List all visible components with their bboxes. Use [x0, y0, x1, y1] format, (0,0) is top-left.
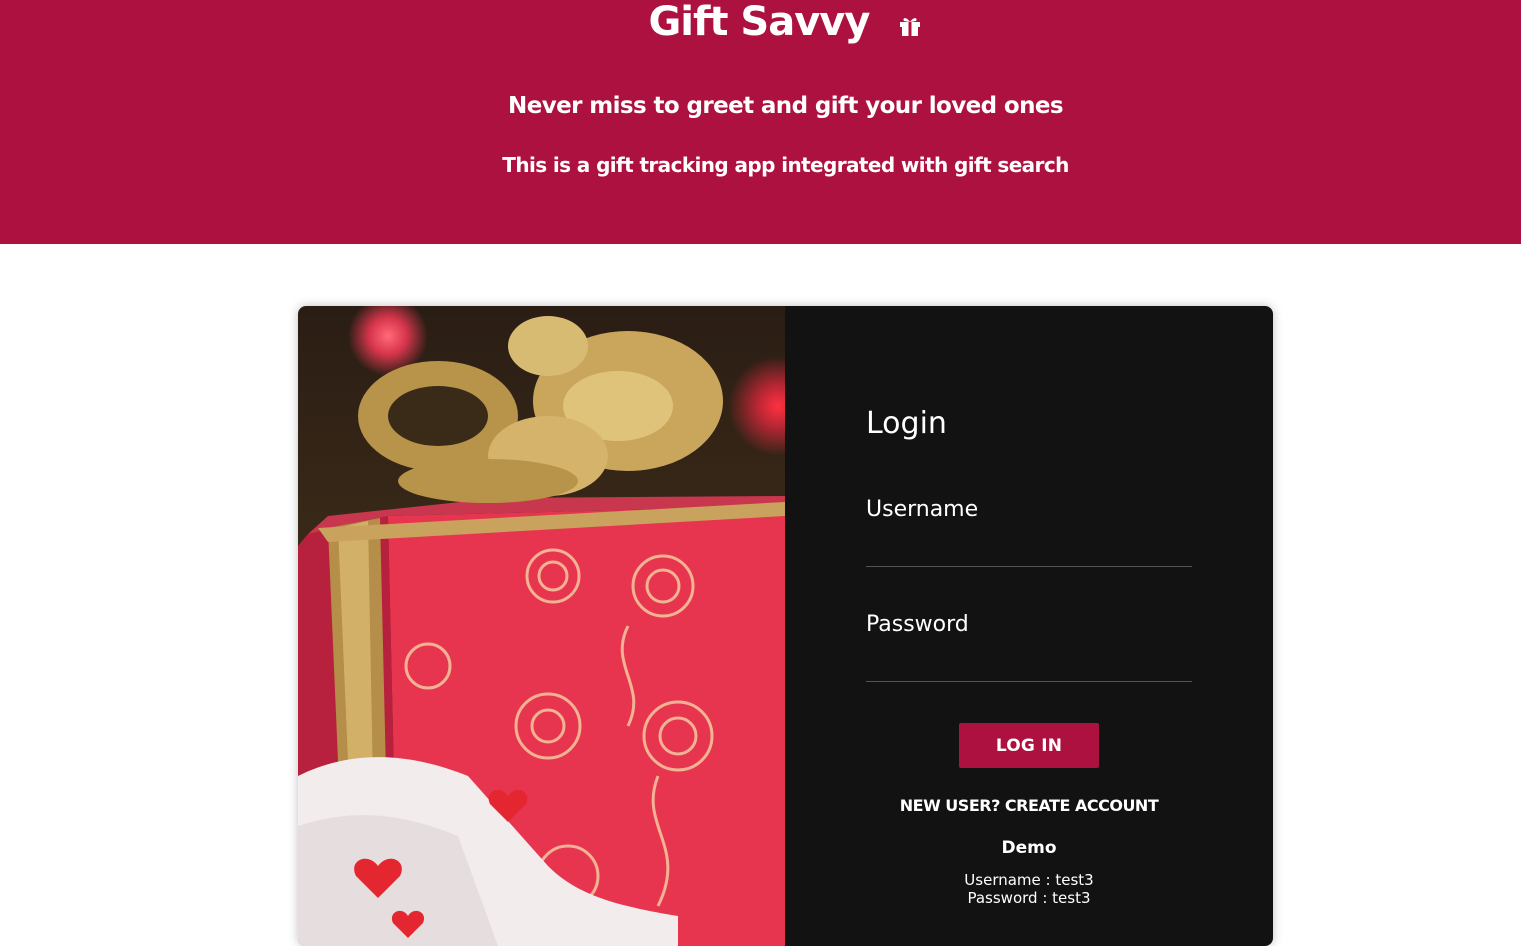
gift-box-illustration	[298, 316, 785, 946]
app-title: Gift Savvy	[648, 0, 870, 45]
demo-password: Password : test3	[967, 889, 1091, 907]
demo-title: Demo	[1001, 838, 1057, 858]
gift-icon	[897, 12, 923, 38]
demo-username: Username : test3	[964, 871, 1094, 889]
login-panel: Login Username Password LOG IN NEW USER?…	[785, 306, 1273, 946]
login-card: Login Username Password LOG IN NEW USER?…	[298, 306, 1273, 946]
create-account-link[interactable]: NEW USER? CREATE ACCOUNT	[785, 794, 1273, 818]
gift-photo	[298, 306, 785, 946]
sub-tagline: This is a gift tracking app integrated w…	[502, 153, 1069, 177]
login-heading: Login	[866, 406, 947, 441]
password-input[interactable]	[866, 647, 1192, 682]
username-input[interactable]	[866, 532, 1192, 567]
password-label: Password	[866, 612, 969, 637]
title-row: Gift Savvy	[0, 0, 1521, 50]
header-banner: Gift Savvy Never miss to greet and gift …	[0, 0, 1521, 244]
username-label: Username	[866, 497, 979, 522]
login-button[interactable]: LOG IN	[959, 723, 1099, 768]
tagline: Never miss to greet and gift your loved …	[508, 93, 1063, 119]
